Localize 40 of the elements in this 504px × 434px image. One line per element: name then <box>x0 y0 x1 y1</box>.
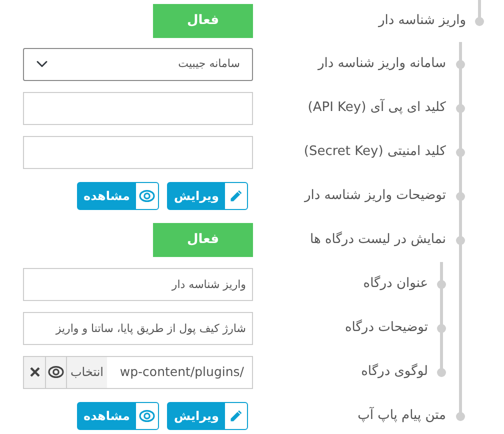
eye-icon <box>138 409 155 423</box>
pencil-icon <box>229 189 243 203</box>
view-button[interactable]: مشاهده <box>76 402 159 430</box>
setting-label: توضیحات واریز شناسه دار <box>303 187 447 206</box>
close-icon <box>30 367 40 377</box>
tree-node-dot <box>437 368 446 376</box>
text-field[interactable] <box>23 92 253 124</box>
tree-node-dot <box>456 192 465 200</box>
setting-label: کلید امنیتی (Secret Key) <box>302 143 447 162</box>
setting-label: واریز شناسه دار <box>377 12 467 30</box>
tree-node-dot <box>456 104 465 112</box>
text-field[interactable] <box>23 136 253 168</box>
setting-label: کلید ای پی آی (API Key) <box>306 98 447 118</box>
setting-label: توضیحات درگاه <box>344 318 429 338</box>
toggle-button[interactable]: فعال <box>153 4 253 38</box>
text-field[interactable]: شارژ کیف پول از طریق پایا، ساتنا و واریز <box>23 312 253 344</box>
toggle-button[interactable]: فعال <box>153 223 253 257</box>
choose-button[interactable]: انتخاب <box>66 356 107 388</box>
tree-node-dot <box>456 60 465 68</box>
edit-button[interactable]: ویرایش <box>166 402 248 430</box>
eye-icon <box>138 189 155 203</box>
setting-label: سامانه واریز شناسه دار <box>316 55 447 74</box>
setting-label: لوگوی درگاه <box>360 362 429 382</box>
view-button[interactable]: مشاهده <box>76 182 159 210</box>
setting-label: متن پیام پاپ آپ <box>356 406 447 426</box>
edit-button[interactable]: ویرایش <box>166 182 248 210</box>
setting-label: نمایش در لیست درگاه ها <box>309 230 447 250</box>
tree-node-dot <box>475 16 484 26</box>
dropdown-field[interactable]: سامانه جیبیت <box>23 48 253 80</box>
preview-button[interactable] <box>45 356 66 388</box>
eye-icon <box>48 365 64 379</box>
setting-label: عنوان درگاه <box>362 274 429 294</box>
tree-node-dot <box>456 412 465 420</box>
tree-node-dot <box>437 324 446 332</box>
remove-button[interactable] <box>24 356 45 388</box>
tree-node-dot <box>456 236 465 244</box>
tree-node-dot <box>456 148 465 156</box>
pencil-icon <box>229 409 243 423</box>
text-field[interactable]: واریز شناسه دار <box>23 268 253 300</box>
tree-node-dot <box>437 280 446 288</box>
